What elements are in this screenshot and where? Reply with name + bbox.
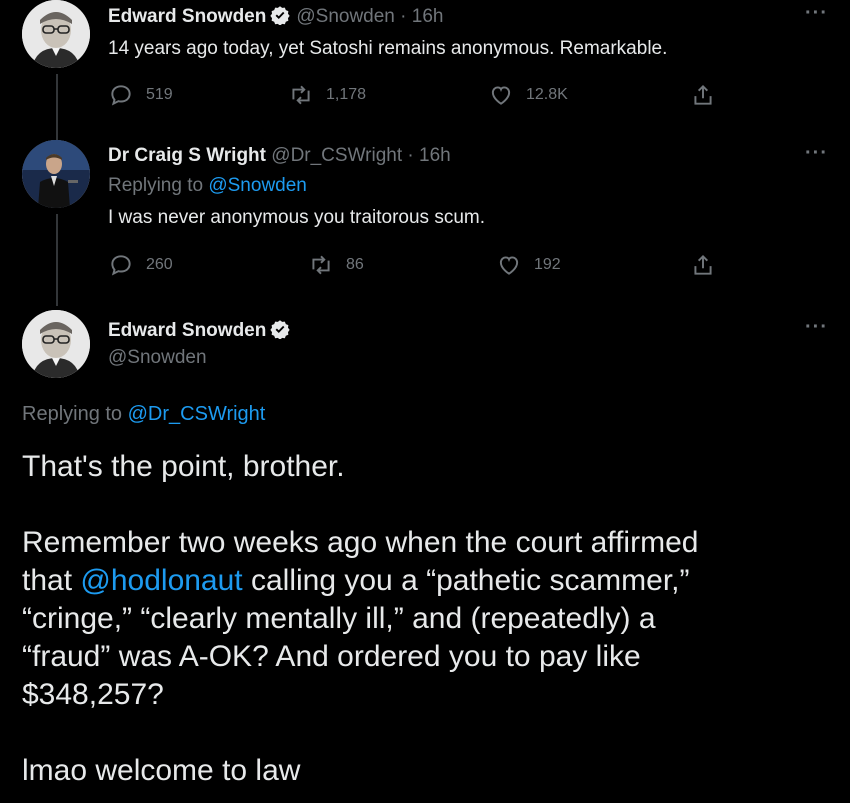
- like-count: 12.8K: [526, 86, 568, 103]
- replying-to-label: Replying to: [22, 403, 123, 425]
- more-icon[interactable]: ···: [805, 2, 828, 25]
- tweet-text: I was never anonymous you traitorous scu…: [108, 207, 486, 228]
- more-icon[interactable]: ···: [805, 142, 828, 165]
- verified-badge-icon: [270, 320, 291, 339]
- retweet-button[interactable]: 86: [308, 252, 364, 278]
- tweet-text-line: lmao welcome to law: [22, 754, 301, 787]
- reply-count: 260: [146, 256, 173, 273]
- like-button[interactable]: 192: [496, 252, 561, 278]
- tweet-header: Edward Snowden @Snowden · 16h: [108, 5, 443, 28]
- reply-icon: [111, 85, 131, 106]
- like-button[interactable]: 12.8K: [488, 82, 568, 108]
- retweet-count: 86: [346, 256, 364, 273]
- timestamp[interactable]: 16h: [412, 6, 444, 27]
- tweet-header: Edward Snowden: [108, 319, 296, 342]
- speaker-avatar-icon: [22, 140, 90, 208]
- person-glasses-avatar-icon: [22, 310, 90, 378]
- reply-count: 519: [146, 86, 173, 103]
- avatar[interactable]: [22, 140, 90, 208]
- more-icon[interactable]: ···: [805, 316, 828, 339]
- handle[interactable]: @Dr_CSWright: [271, 145, 402, 166]
- reply-button[interactable]: 519: [108, 82, 173, 108]
- heart-icon: [499, 256, 519, 275]
- retweet-count: 1,178: [326, 86, 367, 103]
- text-fragment: that: [22, 564, 73, 597]
- like-count: 192: [534, 256, 561, 273]
- separator-dot: ·: [407, 145, 414, 166]
- person-glasses-avatar-icon: [22, 0, 90, 68]
- tweet-snowden-original[interactable]: Edward Snowden @Snowden · 16h ··· 14 year…: [0, 0, 850, 140]
- thread-line: [56, 74, 58, 140]
- replying-to: Replying to @Snowden: [108, 175, 307, 197]
- tweet-text-line: “fraud” was A-OK? And ordered you to pay…: [22, 640, 641, 673]
- replying-to-mention[interactable]: @Dr_CSWright: [128, 403, 266, 425]
- share-icon: [694, 254, 712, 275]
- reply-icon: [111, 255, 131, 276]
- tweet-header: Dr Craig S Wright @Dr_CSWright · 16h: [108, 145, 451, 167]
- text-fragment: calling you a “pathetic scammer,”: [250, 564, 690, 597]
- retweet-button[interactable]: 1,178: [288, 82, 366, 108]
- tweet-text-line: “cringe,” “clearly mentally ill,” and (r…: [22, 602, 656, 635]
- replying-to-label: Replying to: [108, 175, 204, 196]
- avatar[interactable]: [22, 0, 90, 68]
- handle[interactable]: @Snowden: [296, 6, 395, 27]
- tweet-text-line: that @hodlonaut calling you a “pathetic …: [22, 562, 822, 600]
- tweet-text-line: That's the point, brother.: [22, 450, 345, 483]
- thread-line: [56, 214, 58, 306]
- mention-link[interactable]: @hodlonaut: [80, 564, 242, 597]
- tweet-text-line: $348,257?: [22, 678, 164, 711]
- display-name[interactable]: Edward Snowden: [108, 320, 266, 341]
- avatar[interactable]: [22, 310, 90, 378]
- separator-dot: ·: [400, 6, 407, 27]
- verified-badge-icon: [270, 6, 291, 25]
- reply-button[interactable]: 260: [108, 252, 173, 278]
- timestamp[interactable]: 16h: [419, 145, 451, 166]
- tweet-actions: 519 1,178 12.8K: [108, 82, 728, 110]
- display-name[interactable]: Dr Craig S Wright: [108, 145, 266, 166]
- tweet-text-line: Remember two weeks ago when the court af…: [22, 526, 699, 559]
- handle[interactable]: @Snowden: [108, 347, 207, 369]
- retweet-icon: [292, 85, 310, 105]
- tweet-actions: 260 86 192: [108, 252, 728, 280]
- replying-to: Replying to @Dr_CSWright: [22, 403, 265, 426]
- tweet-text: That's the point, brother. Remember two …: [22, 448, 822, 790]
- display-name[interactable]: Edward Snowden: [108, 6, 266, 27]
- tweet-craig-reply[interactable]: Dr Craig S Wright @Dr_CSWright · 16h ···…: [0, 140, 850, 306]
- share-button[interactable]: [690, 82, 728, 108]
- tweet-text: 14 years ago today, yet Satoshi remains …: [108, 38, 668, 59]
- replying-to-mention[interactable]: @Snowden: [208, 175, 307, 196]
- share-button[interactable]: [690, 252, 728, 278]
- retweet-icon: [312, 255, 330, 275]
- share-icon: [694, 84, 712, 105]
- heart-icon: [491, 86, 511, 105]
